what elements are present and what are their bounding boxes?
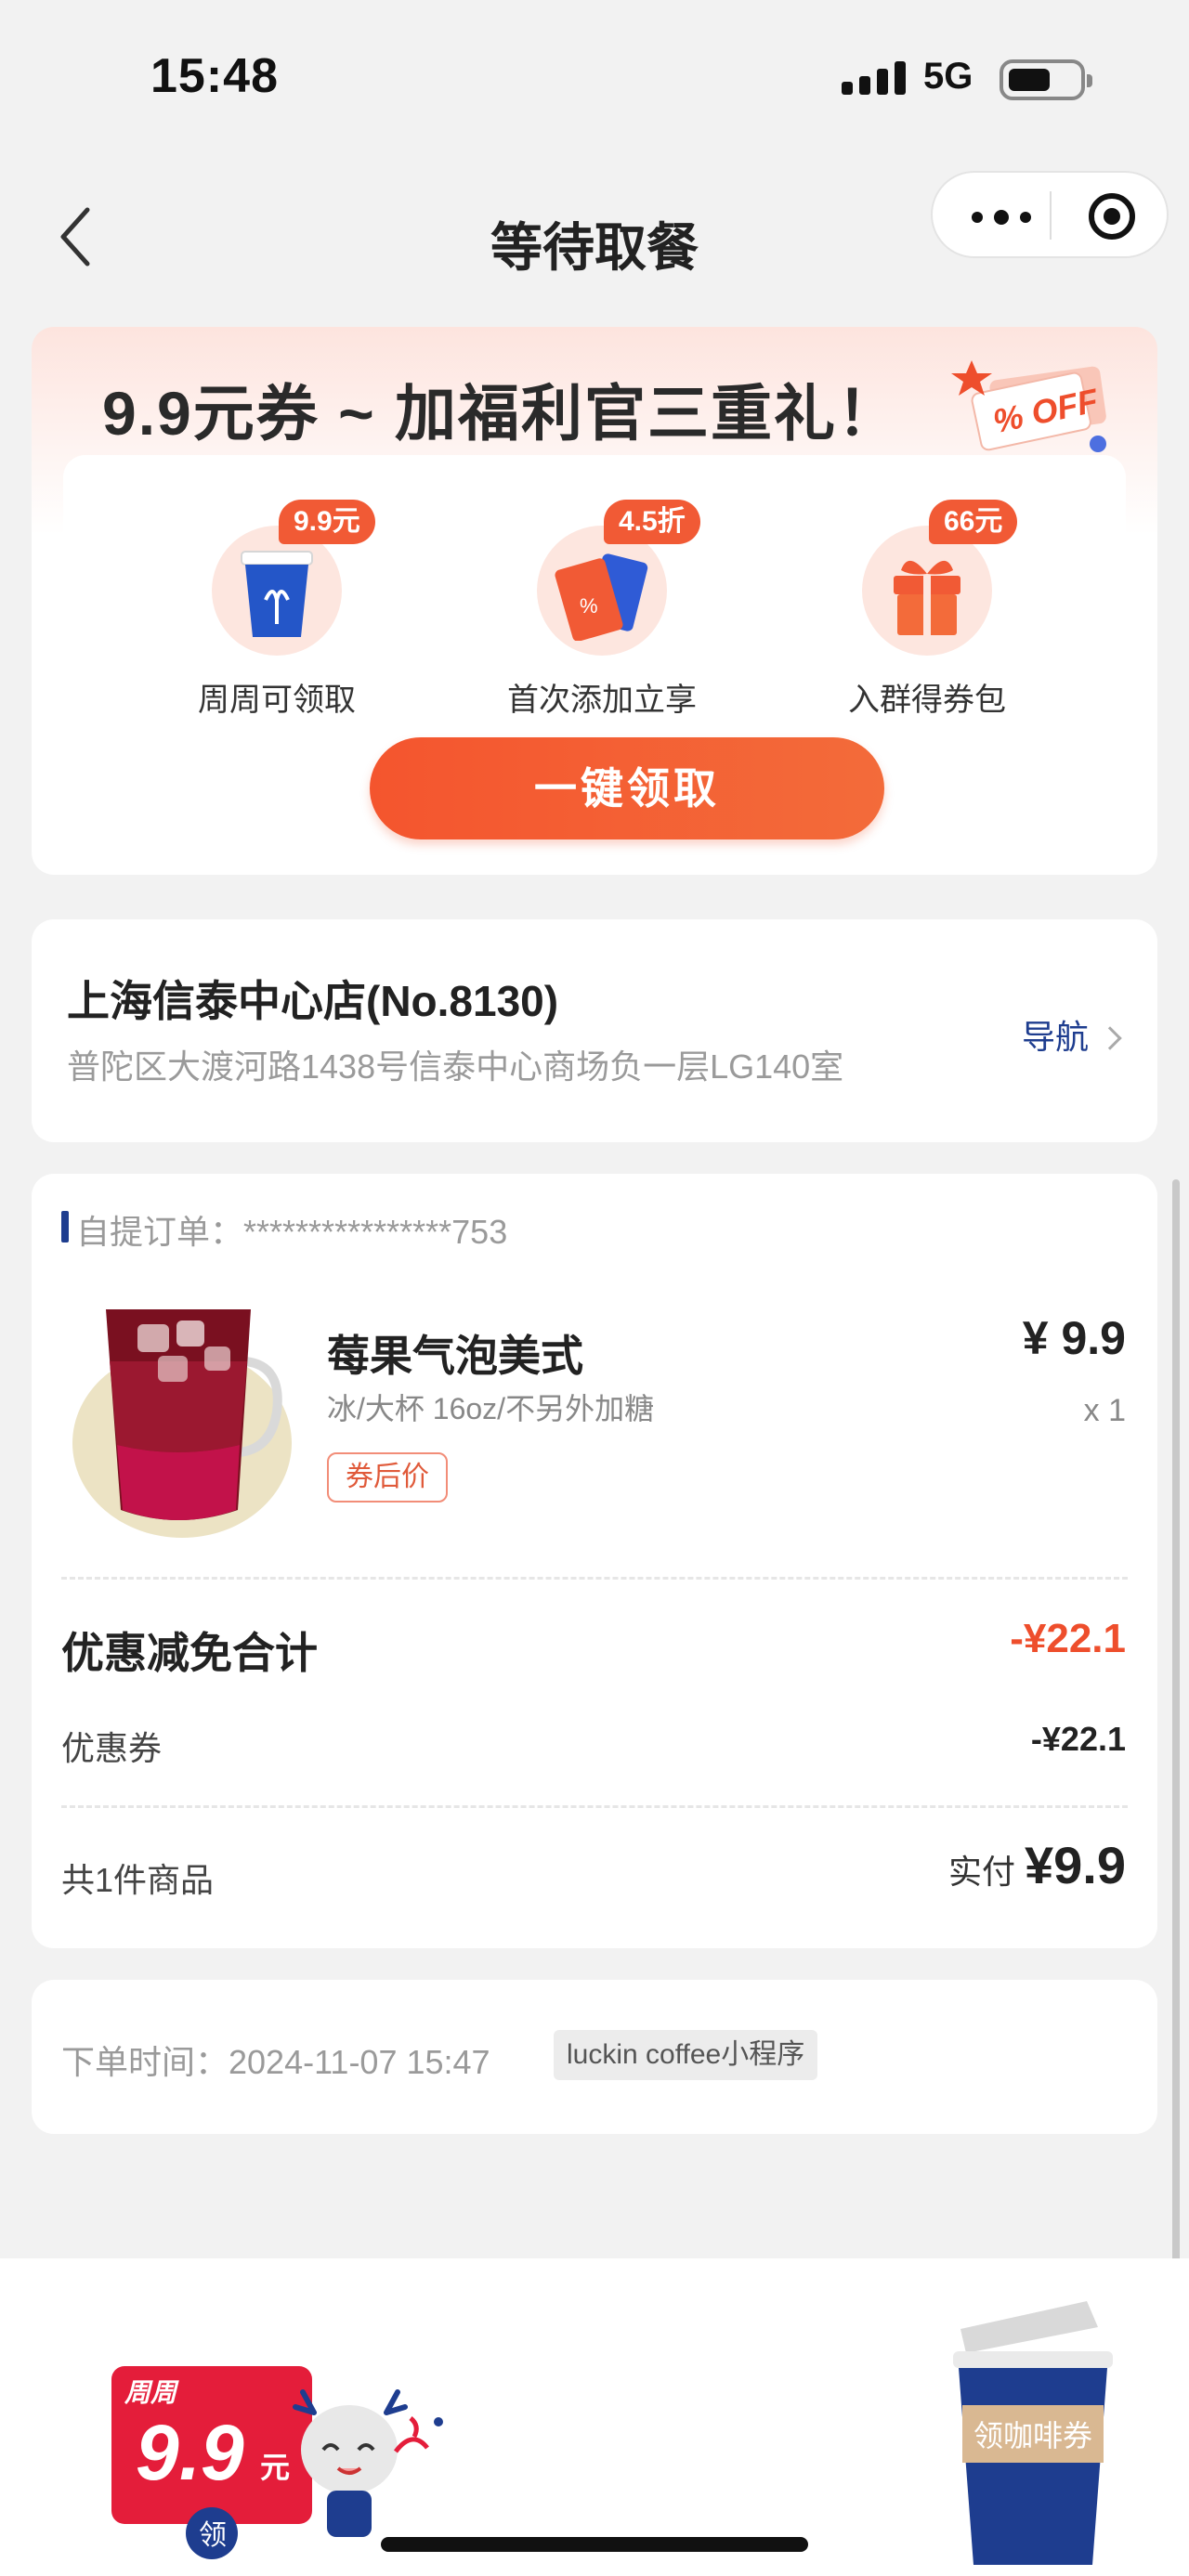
weekly-coupon-graphic: 周周 9.9 元 领: [111, 2366, 443, 2559]
mini-program-capsule: [931, 171, 1169, 258]
paid-value: ¥9.9: [1025, 1836, 1126, 1894]
store-name: 上海信泰中心店(No.8130): [67, 977, 559, 1025]
cup-graphic: 领咖啡券: [953, 2301, 1113, 2565]
discount-total: -¥22.1: [1010, 1616, 1126, 1661]
product-price: ¥ 9.9: [1022, 1312, 1126, 1364]
order-time: 下单时间：2024-11-07 15:47: [61, 2043, 490, 2081]
benefit-badge: 4.5折: [604, 500, 700, 544]
benefit-weekly[interactable]: 9.9元 周周可领取: [156, 488, 398, 718]
coupon-value: -¥22.1: [1030, 1720, 1126, 1758]
week-label: 周周: [124, 2378, 179, 2407]
svg-text:%: %: [580, 594, 598, 618]
week-unit: 元: [260, 2451, 290, 2484]
order-number: 自提订单：****************753: [61, 1205, 507, 1254]
amount-paid: 实付 ¥9.9: [948, 1835, 1126, 1895]
discount-title: 优惠减免合计: [61, 1629, 318, 1677]
paid-label: 实付: [947, 1853, 1015, 1891]
status-time: 15:48: [150, 49, 279, 103]
status-bar: 15:48 5G: [0, 0, 1189, 149]
ticket-icon: %: [555, 553, 648, 641]
claim-label: 领: [199, 2520, 227, 2551]
battery-icon: [1000, 59, 1092, 100]
benefit-label: 入群得券包: [848, 683, 1006, 718]
navigate-button[interactable]: 导航: [1021, 1010, 1122, 1059]
week-price: 9.9: [136, 2409, 244, 2496]
navigation-bar: 等待取餐: [0, 158, 1189, 316]
benefits-panel: 9.9元 周周可领取 % 4.5折 首次添加立享 66元 入群得券包 一键领取: [63, 455, 1126, 854]
chevron-right-icon: [1098, 1026, 1122, 1050]
coupon-label: 优惠券: [61, 1729, 163, 1767]
weekly-coupon-promo[interactable]: 周周 9.9 元 领: [111, 2361, 464, 2565]
signal-icon: [842, 61, 907, 95]
after-coupon-tag: 券后价: [327, 1452, 448, 1503]
benefit-label: 周周可领取: [198, 683, 356, 718]
gift-box-icon: [894, 560, 960, 635]
promo-card: 9.9元券 ~ 加福利官三重礼！ % OFF 9.9元 周周可领取 % 4.5折…: [32, 327, 1157, 875]
product-quantity: x 1: [1083, 1393, 1126, 1428]
store-address: 普陀区大渡河路1438号信泰中心商场负一层LG140室: [67, 1047, 844, 1086]
cup-label: 领咖啡券: [973, 2419, 1092, 2452]
navigate-label: 导航: [1021, 1018, 1089, 1056]
benefit-label: 首次添加立享: [507, 683, 697, 718]
claim-all-button[interactable]: 一键领取: [370, 737, 884, 839]
more-icon[interactable]: [960, 191, 1050, 238]
close-mini-program-icon[interactable]: [1089, 193, 1135, 240]
product-spec: 冰/大杯 16oz/不另外加糖: [327, 1392, 655, 1425]
discount-ticket-icon: % OFF: [951, 360, 1106, 452]
order-info-card: 下单时间：2024-11-07 15:47 luckin coffee小程序: [32, 1980, 1157, 2134]
order-card: 自提订单：****************753 莓果气泡美式 冰/大杯 16o…: [32, 1174, 1157, 1948]
capsule-divider: [1050, 191, 1052, 240]
promo-title: 9.9元券 ~ 加福利官三重礼！: [102, 379, 900, 448]
benefit-first-add[interactable]: % 4.5折 首次添加立享: [481, 488, 723, 718]
product-name: 莓果气泡美式: [327, 1332, 583, 1380]
item-count: 共1件商品: [61, 1861, 215, 1899]
benefit-group[interactable]: 66元 入群得券包: [806, 488, 1048, 718]
benefit-badge: 66元: [929, 500, 1018, 544]
home-indicator[interactable]: [381, 2537, 808, 2552]
coffee-cup-icon: [241, 551, 313, 637]
scrollbar[interactable]: [1172, 1179, 1180, 2387]
network-type: 5G: [923, 56, 973, 97]
benefit-badge: 9.9元: [279, 500, 375, 544]
divider: [61, 1577, 1128, 1580]
order-channel-badge: luckin coffee小程序: [554, 2030, 818, 2080]
store-card: 上海信泰中心店(No.8130) 普陀区大渡河路1438号信泰中心商场负一层LG…: [32, 919, 1157, 1142]
divider: [61, 1805, 1128, 1808]
coffee-coupon-promo[interactable]: 领咖啡券: [938, 2296, 1124, 2565]
bottom-promo-bar: 周周 9.9 元 领 领咖啡券: [0, 2258, 1189, 2576]
product-image: [72, 1309, 292, 1538]
